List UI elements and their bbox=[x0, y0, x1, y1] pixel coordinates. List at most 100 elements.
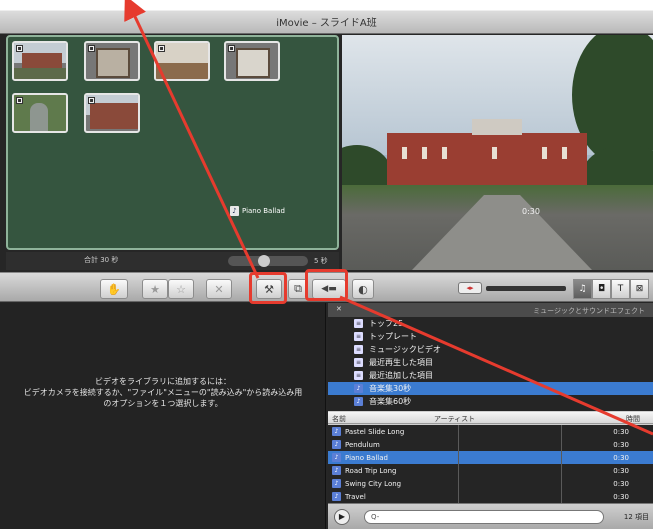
photo-clip[interactable]: ▪ bbox=[154, 41, 210, 81]
transition-browser-button[interactable]: ⊠ bbox=[630, 279, 649, 299]
playlist-icon: ≡ bbox=[354, 319, 363, 328]
highlight-adjust-tool bbox=[249, 272, 287, 304]
track-name: Pastel Slide Long bbox=[345, 427, 405, 436]
viewer-timecode: 0:30 bbox=[522, 207, 540, 216]
zoom-slider[interactable] bbox=[486, 286, 566, 291]
color-adjust-button[interactable]: ◐ bbox=[352, 279, 374, 299]
source-item[interactable]: ♪ 音楽集60秒 bbox=[328, 395, 653, 408]
browser-footer: ▶ Q- 12 項目 bbox=[328, 503, 653, 529]
music-note-icon: ♪ bbox=[332, 427, 341, 436]
window-title: iMovie – スライドA班 bbox=[276, 18, 377, 29]
music-note-icon: ♪ bbox=[230, 206, 239, 216]
play-button[interactable]: ▶ bbox=[334, 509, 350, 525]
clip-menu-icon[interactable]: ▪ bbox=[16, 45, 23, 52]
viewer-preview: 0:30 bbox=[342, 35, 653, 270]
track-row[interactable]: ♪ Pastel Slide Long 0:30 bbox=[328, 425, 653, 438]
track-time: 0:30 bbox=[613, 479, 629, 488]
photo-clip[interactable]: ▪ bbox=[84, 41, 140, 81]
clip-menu-icon[interactable]: ▪ bbox=[88, 97, 95, 104]
highlight-audio-button bbox=[305, 269, 348, 301]
track-name: Road Trip Long bbox=[345, 466, 397, 475]
track-time: 0:30 bbox=[613, 466, 629, 475]
music-note-icon: ♪ bbox=[332, 492, 341, 501]
column-name[interactable]: 名前 bbox=[332, 414, 346, 424]
source-list[interactable]: ≡ トップ25 ≡ トップレート ≡ ミュージックビデオ ≡ 最近再生した項目 ≡ 最近追… bbox=[328, 317, 653, 411]
track-name: Travel bbox=[345, 492, 366, 501]
source-label: トップレート bbox=[369, 332, 417, 341]
music-note-icon: ♪ bbox=[332, 479, 341, 488]
background-music-chip[interactable]: ♪ Piano Ballad bbox=[230, 205, 285, 217]
photo-clip[interactable]: ▪ bbox=[12, 41, 68, 81]
reject-button[interactable]: ✕ bbox=[206, 279, 232, 299]
project-pane[interactable]: ▪ ▪ ▪ ▪ ▪ ▪ ♪ Piano Ballad bbox=[6, 35, 339, 250]
source-label: 音楽集30秒 bbox=[369, 384, 412, 393]
photo-browser-button[interactable]: ◘ bbox=[592, 279, 611, 299]
column-time[interactable]: 時間 bbox=[626, 414, 640, 424]
search-input[interactable]: Q- bbox=[364, 510, 604, 524]
title-browser-button[interactable]: T bbox=[611, 279, 630, 299]
track-time: 0:30 bbox=[613, 440, 629, 449]
browser-title: ミュージックとサウンドエフェクト bbox=[533, 307, 645, 315]
column-divider bbox=[458, 425, 459, 503]
source-label: トップ25 bbox=[369, 319, 404, 328]
music-note-icon: ♪ bbox=[354, 397, 363, 406]
photo-clip[interactable]: ▪ bbox=[224, 41, 280, 81]
music-browser-button[interactable]: ♫ bbox=[573, 279, 592, 299]
event-empty-message-line2: ビデオカメラを接続するか、"ファイル"メニューの"読み込み"から読み込み用 bbox=[23, 388, 303, 397]
track-row[interactable]: ♪ Road Trip Long 0:30 bbox=[328, 464, 653, 477]
clip-menu-icon[interactable]: ▪ bbox=[158, 45, 165, 52]
track-time: 0:30 bbox=[613, 492, 629, 501]
track-name: Piano Ballad bbox=[345, 453, 388, 462]
column-divider bbox=[561, 425, 562, 503]
clip-menu-icon[interactable]: ▪ bbox=[228, 45, 235, 52]
event-library-pane: ビデオをライブラリに追加するには： ビデオカメラを接続するか、"ファイル"メニュ… bbox=[0, 303, 326, 529]
hand-button[interactable]: ✋ bbox=[100, 279, 128, 299]
item-count: 12 項目 bbox=[623, 513, 649, 521]
track-row[interactable]: ♪ Pendulum 0:30 bbox=[328, 438, 653, 451]
source-item[interactable]: ≡ トップレート bbox=[328, 330, 653, 343]
title-bar: iMovie – スライドA班 bbox=[0, 0, 653, 34]
source-item[interactable]: ≡ 最近追加した項目 bbox=[328, 369, 653, 382]
music-browser: ✕ ミュージックとサウンドエフェクト ≡ トップ25 ≡ トップレート ≡ ミュージッ… bbox=[328, 303, 653, 529]
track-list[interactable]: ♪ Pastel Slide Long 0:30 ♪ Pendulum 0:30 ♪ Pi… bbox=[328, 425, 653, 503]
project-total-duration: 合計 30 秒 bbox=[84, 256, 119, 264]
favorite-button[interactable]: ★ bbox=[142, 279, 168, 299]
source-item[interactable]: ≡ トップ25 bbox=[328, 317, 653, 330]
clip-menu-icon[interactable]: ▪ bbox=[88, 45, 95, 52]
project-status-bar: 合計 30 秒 5 秒 bbox=[6, 252, 339, 270]
slider-knob[interactable] bbox=[258, 255, 270, 267]
track-column-header: 名前 アーティスト 時間 bbox=[328, 412, 653, 424]
event-empty-message-line3: のオプションを１つ選択します。 bbox=[103, 399, 223, 408]
source-label: 最近再生した項目 bbox=[369, 358, 433, 367]
imovie-window: iMovie – スライドA班 ▪ ▪ ▪ ▪ ▪ ▪ ♪ Piano Ball… bbox=[0, 0, 653, 529]
music-note-icon: ♪ bbox=[332, 453, 341, 462]
music-chip-label: Piano Ballad bbox=[242, 207, 285, 215]
skim-toggle-icon[interactable]: ◂▸ bbox=[458, 282, 482, 294]
track-time: 0:30 bbox=[613, 453, 629, 462]
source-item[interactable]: ≡ ミュージックビデオ bbox=[328, 343, 653, 356]
close-icon[interactable]: ✕ bbox=[336, 305, 342, 313]
track-time: 0:30 bbox=[613, 427, 629, 436]
track-name: Pendulum bbox=[345, 440, 380, 449]
unmark-button[interactable]: ☆ bbox=[168, 279, 194, 299]
column-artist[interactable]: アーティスト bbox=[434, 414, 475, 424]
thumbnail-size-slider[interactable] bbox=[228, 255, 308, 267]
source-label: 最近追加した項目 bbox=[369, 371, 433, 380]
browser-header: ✕ ミュージックとサウンドエフェクト bbox=[328, 303, 653, 317]
playlist-icon: ≡ bbox=[354, 358, 363, 367]
source-item[interactable]: ♪ 音楽集30秒 bbox=[328, 382, 653, 395]
playlist-icon: ≡ bbox=[354, 345, 363, 354]
source-label: 音楽集60秒 bbox=[369, 397, 412, 406]
clip-menu-icon[interactable]: ▪ bbox=[16, 97, 23, 104]
photo-clip[interactable]: ▪ bbox=[12, 93, 68, 133]
music-note-icon: ♪ bbox=[354, 384, 363, 393]
photo-clip[interactable]: ▪ bbox=[84, 93, 140, 133]
track-row[interactable]: ♪ Travel 0:30 bbox=[328, 490, 653, 503]
music-note-icon: ♪ bbox=[332, 466, 341, 475]
track-name: Swing City Long bbox=[345, 479, 402, 488]
source-label: ミュージックビデオ bbox=[369, 345, 441, 354]
track-row[interactable]: ♪ Swing City Long 0:30 bbox=[328, 477, 653, 490]
track-row[interactable]: ♪ Piano Ballad 0:30 bbox=[328, 451, 653, 464]
source-item[interactable]: ≡ 最近再生した項目 bbox=[328, 356, 653, 369]
slider-value: 5 秒 bbox=[314, 257, 328, 265]
